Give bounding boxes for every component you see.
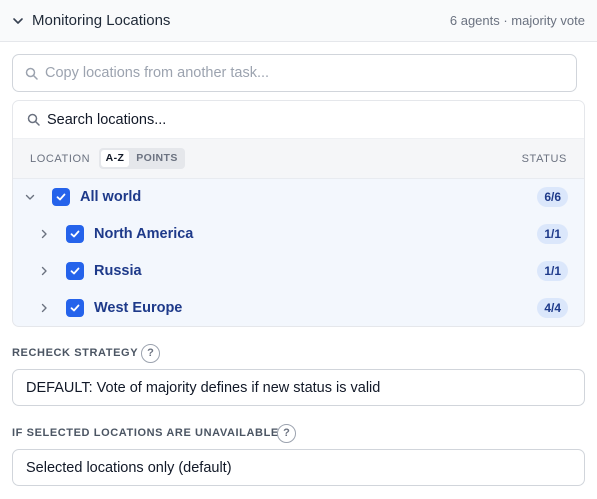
locations-search[interactable] [13,101,584,139]
locations-panel: LOCATION A-Z POINTS STATUS All world 6/6… [12,100,585,327]
column-header: LOCATION A-Z POINTS STATUS [13,139,584,179]
location-row-russia[interactable]: Russia 1/1 [13,253,584,290]
status-badge: 1/1 [537,224,568,244]
check-icon [70,304,80,312]
chevron-down-icon[interactable] [11,14,25,28]
location-label: North America [94,226,194,242]
status-badge: 6/6 [537,187,568,207]
check-icon [56,193,66,201]
help-icon[interactable]: ? [141,344,160,363]
chevron-right-icon[interactable] [38,228,50,240]
unavailable-locations-label: IF SELECTED LOCATIONS ARE UNAVAILABLE [12,427,279,439]
sort-points-option[interactable]: POINTS [131,150,183,167]
status-badge: 1/1 [537,261,568,281]
check-icon [70,267,80,275]
chevron-right-icon[interactable] [38,265,50,277]
help-icon[interactable]: ? [277,424,296,443]
location-row-all-world[interactable]: All world 6/6 [13,179,584,216]
column-status: STATUS [521,153,567,165]
checkbox[interactable] [66,225,84,243]
checkbox[interactable] [66,299,84,317]
locations-search-input[interactable] [47,101,547,139]
copy-locations-input[interactable] [45,55,565,91]
search-icon [27,113,40,126]
location-label: West Europe [94,300,183,316]
agents-summary: 6 agents · majority vote [449,13,585,28]
copy-locations-field[interactable] [12,54,577,92]
checkbox[interactable] [52,188,70,206]
recheck-strategy-label: RECHECK STRATEGY [12,347,139,359]
check-icon [70,230,80,238]
search-icon [25,67,38,80]
recheck-strategy-select[interactable]: DEFAULT: Vote of majority defines if new… [12,369,585,406]
status-badge: 4/4 [537,298,568,318]
location-label: All world [80,189,142,205]
recheck-strategy-value: DEFAULT: Vote of majority defines if new… [26,380,381,396]
chevron-down-icon[interactable] [24,191,36,203]
location-label: Russia [94,263,142,279]
chevron-right-icon[interactable] [38,302,50,314]
unavailable-locations-select[interactable]: Selected locations only (default) [12,449,585,486]
unavailable-locations-value: Selected locations only (default) [26,460,232,476]
sort-toggle[interactable]: A-Z POINTS [99,148,185,169]
column-location: LOCATION [30,153,91,165]
location-row-west-europe[interactable]: West Europe 4/4 [13,290,584,326]
location-row-north-america[interactable]: North America 1/1 [13,216,584,253]
section-title: Monitoring Locations [32,12,171,29]
sort-az-option[interactable]: A-Z [101,150,129,167]
checkbox[interactable] [66,262,84,280]
section-header[interactable]: Monitoring Locations 6 agents · majority… [0,0,597,42]
